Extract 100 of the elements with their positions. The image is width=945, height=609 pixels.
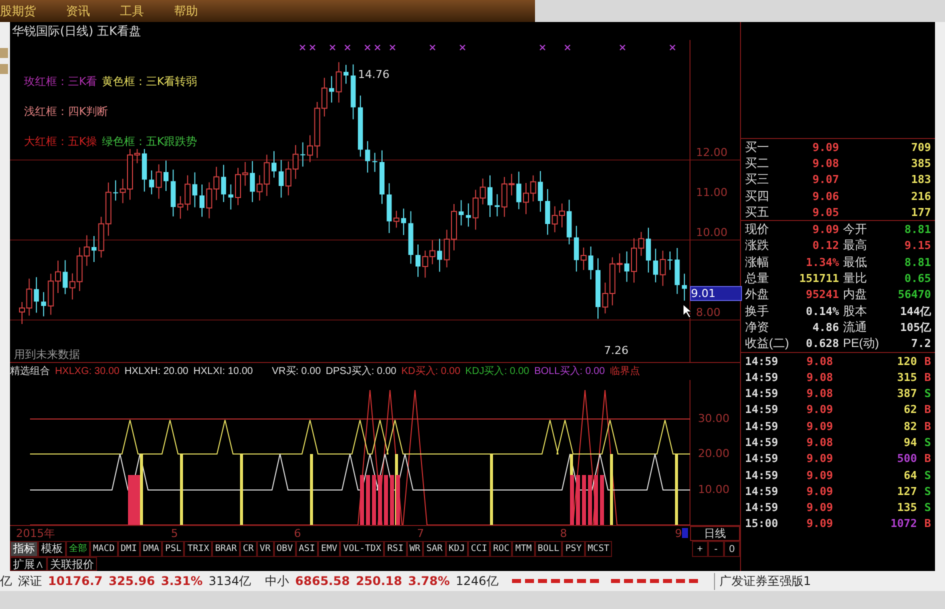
zoom-button[interactable]: - bbox=[708, 541, 724, 557]
panel-tab[interactable]: 模板 bbox=[38, 541, 66, 557]
indicator-tab[interactable]: SAR bbox=[423, 541, 446, 557]
indicator-value: KD买入: 0.00 bbox=[401, 364, 460, 378]
indicator-bar bbox=[378, 474, 382, 525]
trade-volume: 120 bbox=[896, 354, 918, 368]
indicator-tab[interactable]: OBV bbox=[274, 541, 296, 557]
trade-price: 9.09 bbox=[805, 501, 833, 514]
signal-cross-mark bbox=[299, 44, 306, 51]
candlestick bbox=[372, 152, 378, 172]
trade-side: S bbox=[923, 501, 932, 514]
trade-volume: 62 bbox=[902, 403, 918, 416]
indicator-bar bbox=[576, 474, 580, 525]
trade-time: 14:59 bbox=[744, 452, 780, 466]
indicator-value: VR买: 0.00 bbox=[272, 365, 321, 378]
indicator-tab[interactable]: VR bbox=[256, 541, 274, 557]
quote-value: 8.81 bbox=[904, 223, 932, 236]
indicator-tab[interactable]: BOLL bbox=[534, 541, 562, 557]
indicator-bar bbox=[610, 454, 613, 525]
bid-price: 9.07 bbox=[811, 173, 839, 186]
bid-label: 买四 bbox=[744, 188, 770, 205]
zoom-button[interactable]: + bbox=[692, 541, 708, 557]
candlestick bbox=[401, 208, 406, 236]
indicator-tab[interactable]: CCI bbox=[468, 541, 490, 557]
sub-tab[interactable]: 关联报价 bbox=[46, 557, 97, 571]
index-amount: 3134亿 bbox=[208, 572, 252, 590]
signal-cross-mark bbox=[344, 44, 351, 51]
quote-label: 股本 bbox=[842, 302, 868, 320]
trade-price: 9.09 bbox=[805, 452, 833, 466]
menu-item[interactable]: 工具 bbox=[120, 2, 144, 20]
quote-value: 9.15 bbox=[904, 239, 932, 252]
trade-price: 9.09 bbox=[805, 403, 833, 416]
scroll-thumb[interactable] bbox=[682, 528, 688, 538]
indicator-tick: 10.00 bbox=[698, 482, 730, 496]
signal-cross-mark bbox=[459, 44, 466, 51]
indicator-bar bbox=[674, 454, 678, 525]
zoom-button[interactable]: 0 bbox=[724, 541, 740, 557]
future-data-note: 用到未来数据 bbox=[14, 347, 80, 362]
quote-value: 9.09 bbox=[811, 223, 839, 236]
indicator-tab[interactable]: 全部 bbox=[66, 541, 90, 557]
trade-price: 9.08 bbox=[805, 354, 833, 368]
index-percent: 3.31% bbox=[160, 574, 203, 588]
price-tick: 8.00 bbox=[696, 306, 720, 319]
bid-price: 9.06 bbox=[811, 190, 839, 203]
indicator-tab[interactable]: ROC bbox=[490, 541, 512, 557]
indicator-tab[interactable]: DMA bbox=[140, 541, 162, 557]
indicator-tab[interactable]: BRAR bbox=[212, 541, 240, 557]
indicator-tab[interactable]: TRIX bbox=[184, 541, 212, 557]
indicator-bar bbox=[366, 474, 370, 525]
indicator-value: 临界点 bbox=[610, 364, 640, 378]
trade-side: S bbox=[923, 484, 932, 498]
trade-price: 9.08 bbox=[805, 436, 833, 449]
menu-item[interactable]: 帮助 bbox=[174, 2, 198, 20]
indicator-tab[interactable]: EMV bbox=[318, 541, 340, 557]
indicator-tab[interactable]: DMI bbox=[118, 541, 140, 557]
trade-volume: 315 bbox=[896, 370, 918, 384]
sub-tab[interactable]: 扩展∧ bbox=[10, 557, 47, 571]
indicator-tick: 20.00 bbox=[698, 446, 730, 460]
signal-cross-mark bbox=[619, 44, 626, 51]
bid-price: 9.08 bbox=[811, 156, 839, 170]
trade-volume: 1072 bbox=[890, 517, 918, 530]
bid-label: 买三 bbox=[744, 171, 770, 188]
price-tick: 12.00 bbox=[696, 146, 728, 159]
panel-tab[interactable]: 指标 bbox=[10, 541, 38, 557]
indicator-tab[interactable]: CR bbox=[240, 541, 257, 557]
quote-value: 4.86 bbox=[811, 320, 839, 334]
trade-volume: 387 bbox=[896, 387, 918, 400]
menu-item[interactable]: 资讯 bbox=[66, 2, 90, 20]
legend-text: 绿色框：五K跟跌势 bbox=[102, 134, 198, 149]
quote-value: 95241 bbox=[804, 288, 839, 302]
indicator-tab[interactable]: KDJ bbox=[446, 541, 468, 557]
indicator-tab[interactable]: MTM bbox=[512, 541, 535, 557]
index-value: 10176.7 bbox=[48, 574, 103, 588]
trade-time: 14:59 bbox=[744, 370, 780, 384]
indicator-tab[interactable]: PSL bbox=[162, 541, 184, 557]
trade-time: 14:59 bbox=[744, 484, 780, 498]
quote-value: 7.2 bbox=[910, 337, 932, 350]
indicator-tab[interactable]: MCST bbox=[584, 541, 612, 557]
indicator-tab[interactable]: VOL-TDX bbox=[340, 541, 384, 557]
trade-time: 15:00 bbox=[744, 517, 780, 530]
quote-value: 144亿 bbox=[899, 304, 932, 319]
indicator-tab[interactable]: WR bbox=[406, 541, 424, 557]
indicator-tab[interactable]: ASI bbox=[296, 541, 318, 557]
indicator-tab[interactable]: PSY bbox=[562, 541, 585, 557]
signal-cross-mark bbox=[564, 44, 571, 51]
bid-volume: 183 bbox=[910, 173, 932, 186]
menu-item[interactable]: 股期货 bbox=[0, 2, 36, 20]
candlestick bbox=[458, 200, 464, 226]
period-button[interactable]: 日线 bbox=[690, 526, 740, 541]
trade-time: 14:59 bbox=[744, 501, 780, 514]
bid-label: 买一 bbox=[744, 138, 770, 156]
quote-value: 56470 bbox=[896, 288, 932, 302]
trade-side: B bbox=[923, 370, 932, 384]
indicator-tab[interactable]: RSI bbox=[384, 541, 406, 557]
index-change: 250.18 bbox=[356, 574, 402, 588]
bid-label: 买五 bbox=[744, 204, 770, 221]
trade-side: S bbox=[923, 387, 932, 400]
quote-label: 今开 bbox=[842, 221, 868, 238]
indicator-tab[interactable]: MACD bbox=[90, 541, 118, 557]
quote-label: 最高 bbox=[842, 237, 868, 254]
